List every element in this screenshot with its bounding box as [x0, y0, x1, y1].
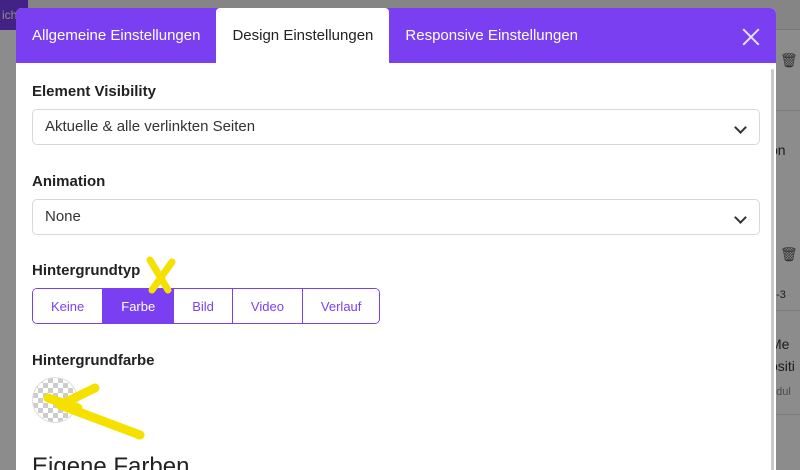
tab-design-einstellungen[interactable]: Design Einstellungen [216, 8, 390, 63]
element-visibility-label: Element Visibility [32, 83, 156, 100]
background-color-label: Hintergrundfarbe [32, 352, 155, 369]
background-type-option-verlauf[interactable]: Verlauf [301, 289, 380, 323]
tab-responsive-einstellungen[interactable]: Responsive Einstellungen [389, 8, 594, 63]
modal-body: Element Visibility Aktuelle & alle verli… [16, 63, 776, 470]
element-visibility-value: Aktuelle & alle verlinkten Seiten [45, 118, 256, 135]
background-type-selector: Keine Farbe Bild Video Verlauf [32, 288, 381, 324]
background-type-option-farbe[interactable]: Farbe [102, 289, 174, 323]
scrollbar[interactable] [771, 69, 774, 470]
chevron-down-icon [734, 121, 747, 134]
settings-modal: Allgemeine Einstellungen Design Einstell… [16, 8, 776, 470]
custom-colors-heading: Eigene Farben [32, 453, 190, 470]
background-type-option-bild[interactable]: Bild [173, 289, 232, 323]
tab-allgemeine-einstellungen[interactable]: Allgemeine Einstellungen [16, 8, 216, 63]
background-type-label: Hintergrundtyp [32, 262, 141, 279]
modal-tab-bar: Allgemeine Einstellungen Design Einstell… [16, 8, 776, 63]
chevron-down-icon [734, 211, 747, 224]
background-type-option-video[interactable]: Video [231, 289, 302, 323]
background-type-option-keine[interactable]: Keine [33, 289, 103, 323]
close-icon[interactable] [740, 26, 762, 48]
animation-value: None [45, 208, 81, 225]
animation-label: Animation [32, 173, 106, 190]
element-visibility-select[interactable]: Aktuelle & alle verlinkten Seiten [32, 109, 760, 145]
background-color-picker[interactable] [32, 377, 78, 423]
animation-select[interactable]: None [32, 199, 760, 235]
